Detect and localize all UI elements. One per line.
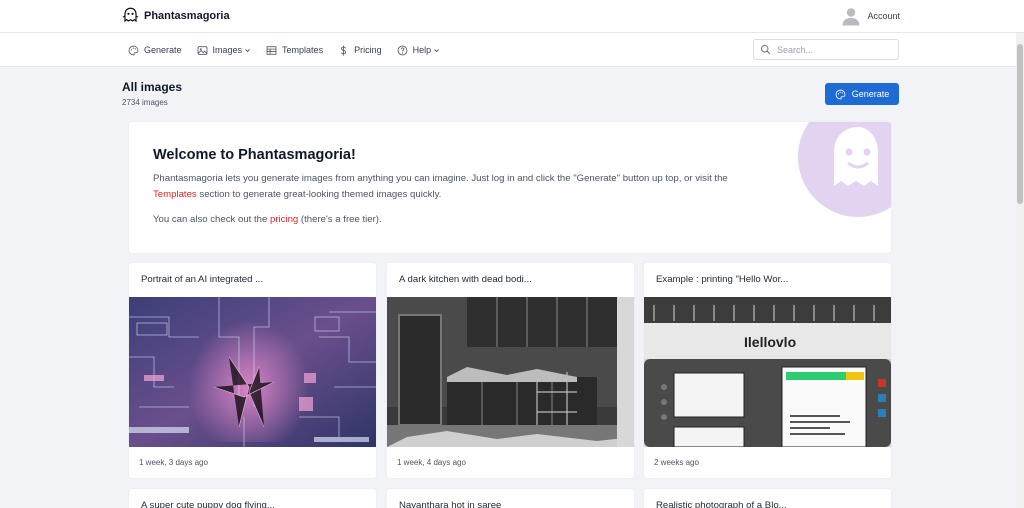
image-card[interactable]: Example : printing "Hello Wor... Ilellov…	[644, 263, 891, 478]
search-input[interactable]	[777, 44, 887, 55]
welcome-pricing: You can also check out the pricing (ther…	[153, 212, 753, 228]
table-icon	[266, 45, 277, 55]
nav-generate[interactable]: Generate	[128, 45, 182, 56]
main-nav: Generate Images Templates Pricing Help	[128, 33, 440, 67]
image-card[interactable]: A super cute puppy dog flying...	[129, 489, 376, 508]
printed-text: Ilellovlo	[744, 334, 796, 350]
page-title: All images	[122, 80, 183, 94]
image-card[interactable]: Portrait of an AI integrated ... 1 week,…	[129, 263, 376, 478]
brand[interactable]: Phantasmagoria	[122, 7, 230, 24]
search-icon	[760, 44, 771, 55]
generate-button[interactable]: Generate	[825, 83, 899, 105]
welcome-card: Welcome to Phantasmagoria! Phantasmagori…	[129, 122, 891, 253]
chevron-down-icon	[434, 48, 440, 52]
user-avatar-icon	[842, 8, 860, 26]
image-card[interactable]: Realistic photograph of a Blo...	[644, 489, 891, 508]
welcome-text: Phantasmagoria lets you generate images …	[153, 173, 728, 184]
circuit-portrait-image	[129, 297, 376, 447]
dark-kitchen-image	[387, 297, 634, 447]
nav-label: Generate	[144, 45, 182, 55]
question-circle-icon	[397, 45, 407, 55]
image-card-title: Example : printing "Hello Wor...	[656, 274, 789, 285]
nav-label: Help	[412, 45, 432, 55]
image-thumbnail[interactable]	[387, 297, 634, 447]
image-card-title: A super cute puppy dog flying...	[141, 500, 275, 508]
image-icon	[197, 45, 207, 55]
printer-image: Ilellovlo	[644, 297, 891, 447]
image-thumbnail[interactable]: Ilellovlo	[644, 297, 891, 447]
welcome-title: Welcome to Phantasmagoria!	[153, 147, 356, 163]
top-bar: Phantasmagoria Account	[0, 0, 1024, 33]
image-card-title: Portrait of an AI integrated ...	[141, 274, 264, 285]
palette-icon	[835, 89, 846, 99]
templates-link[interactable]: Templates	[153, 189, 197, 200]
generate-button-label: Generate	[851, 89, 890, 99]
ghost-logo-icon	[122, 7, 139, 23]
nav-images[interactable]: Images	[197, 45, 252, 56]
image-thumbnail[interactable]	[129, 297, 376, 447]
image-card-title: A dark kitchen with dead bodi...	[399, 274, 532, 285]
nav-pricing[interactable]: Pricing	[338, 45, 382, 56]
welcome-text: section to generate great-looking themed…	[196, 189, 442, 200]
welcome-intro: Phantasmagoria lets you generate images …	[153, 171, 753, 203]
welcome-text: (there's a free tier).	[298, 214, 382, 225]
nav-label: Templates	[282, 45, 324, 55]
nav-label: Pricing	[354, 45, 382, 55]
nav-label: Images	[212, 45, 243, 55]
search-box[interactable]	[753, 39, 899, 60]
image-card[interactable]: Nayanthara hot in saree	[387, 489, 634, 508]
palette-icon	[128, 45, 139, 55]
image-card-title: Nayanthara hot in saree	[399, 500, 502, 508]
account-label: Account	[867, 11, 900, 21]
dollar-icon	[341, 45, 347, 55]
image-card-title: Realistic photograph of a Blo...	[656, 500, 787, 508]
nav-bar: Generate Images Templates Pricing Help	[0, 33, 1024, 67]
image-count: 2734 images	[122, 98, 168, 107]
welcome-text: You can also check out the	[153, 214, 270, 225]
nav-help[interactable]: Help	[397, 45, 441, 56]
account-menu[interactable]: Account	[841, 6, 900, 26]
scrollbar-thumb[interactable]	[1017, 44, 1023, 204]
image-card-time: 1 week, 4 days ago	[397, 458, 466, 467]
pricing-link[interactable]: pricing	[270, 214, 298, 225]
image-card[interactable]: A dark kitchen with dead bodi... 1 week,…	[387, 263, 634, 478]
ghost-decoration-icon	[798, 122, 891, 217]
brand-name: Phantasmagoria	[144, 9, 230, 22]
image-card-time: 1 week, 3 days ago	[139, 458, 208, 467]
image-card-time: 2 weeks ago	[654, 458, 699, 467]
nav-templates[interactable]: Templates	[266, 45, 323, 56]
chevron-down-icon	[245, 48, 250, 52]
